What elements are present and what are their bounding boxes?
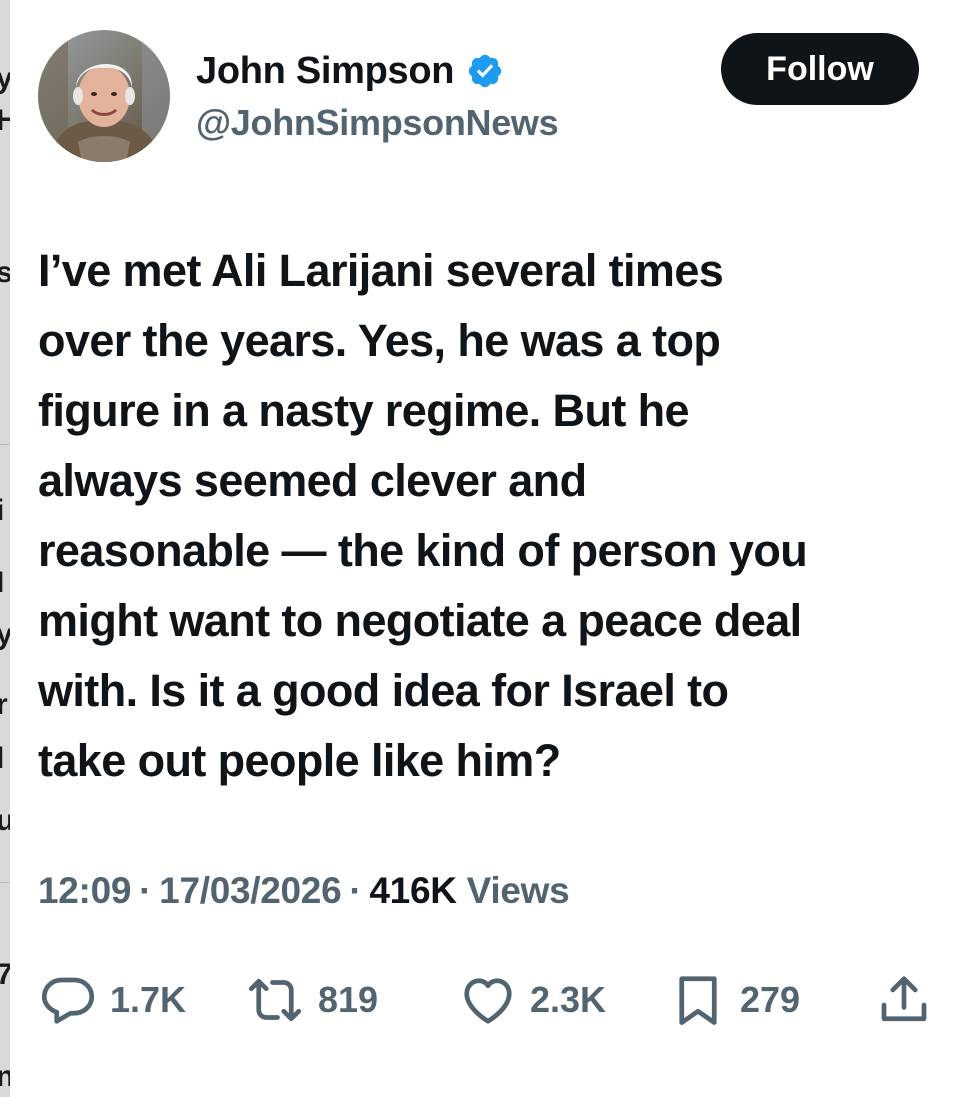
retweet-icon bbox=[244, 970, 306, 1030]
avatar-image bbox=[38, 30, 170, 162]
background-text-fragment: y bbox=[0, 64, 10, 94]
like-button[interactable]: 2.3K bbox=[458, 970, 606, 1030]
retweet-count: 819 bbox=[318, 979, 379, 1020]
background-text-fragment: y bbox=[0, 620, 10, 650]
tweet-meta: 12:09 · 17/03/2026 · 416K Views bbox=[38, 870, 570, 912]
follow-button[interactable]: Follow bbox=[721, 33, 919, 105]
tweet-text: I’ve met Ali Larijani several times over… bbox=[38, 245, 808, 786]
action-bar: 1.7K 819 2.3K 279 bbox=[0, 970, 959, 1030]
views-label: Views bbox=[466, 870, 570, 911]
avatar[interactable] bbox=[38, 30, 170, 162]
background-text-fragment: r bbox=[0, 690, 8, 720]
author-handle[interactable]: @JohnSimpsonNews bbox=[196, 102, 559, 144]
background-divider bbox=[0, 882, 10, 883]
background-text-fragment: n bbox=[0, 1062, 10, 1092]
reply-icon bbox=[38, 970, 98, 1030]
background-text-fragment: s bbox=[0, 258, 10, 288]
views-count: 416K bbox=[369, 870, 457, 911]
background-text-fragment: H bbox=[0, 106, 10, 136]
background-text-fragment: I bbox=[0, 568, 5, 598]
reply-count: 1.7K bbox=[110, 979, 187, 1020]
heart-icon bbox=[458, 970, 518, 1030]
retweet-button[interactable]: 819 bbox=[244, 970, 378, 1030]
share-button[interactable] bbox=[874, 970, 934, 1030]
reply-button[interactable]: 1.7K bbox=[38, 970, 186, 1030]
background-text-fragment: l bbox=[0, 744, 5, 774]
meta-separator: · bbox=[139, 870, 152, 911]
like-count: 2.3K bbox=[530, 979, 607, 1020]
background-divider bbox=[0, 444, 10, 445]
background-text-fragment: i bbox=[0, 496, 5, 526]
bookmark-count: 279 bbox=[740, 979, 801, 1020]
background-timeline-strip bbox=[0, 0, 10, 1097]
tweet-date[interactable]: 17/03/2026 bbox=[159, 870, 341, 911]
author-name-row[interactable]: John Simpson bbox=[196, 44, 504, 98]
tweet-time[interactable]: 12:09 bbox=[38, 870, 131, 911]
bookmark-button[interactable]: 279 bbox=[668, 970, 800, 1030]
display-name[interactable]: John Simpson bbox=[196, 50, 455, 93]
verified-badge-icon bbox=[466, 52, 504, 90]
background-text-fragment: u bbox=[0, 806, 10, 836]
bookmark-icon bbox=[668, 970, 728, 1030]
meta-separator: · bbox=[349, 870, 362, 911]
share-icon bbox=[874, 970, 934, 1030]
